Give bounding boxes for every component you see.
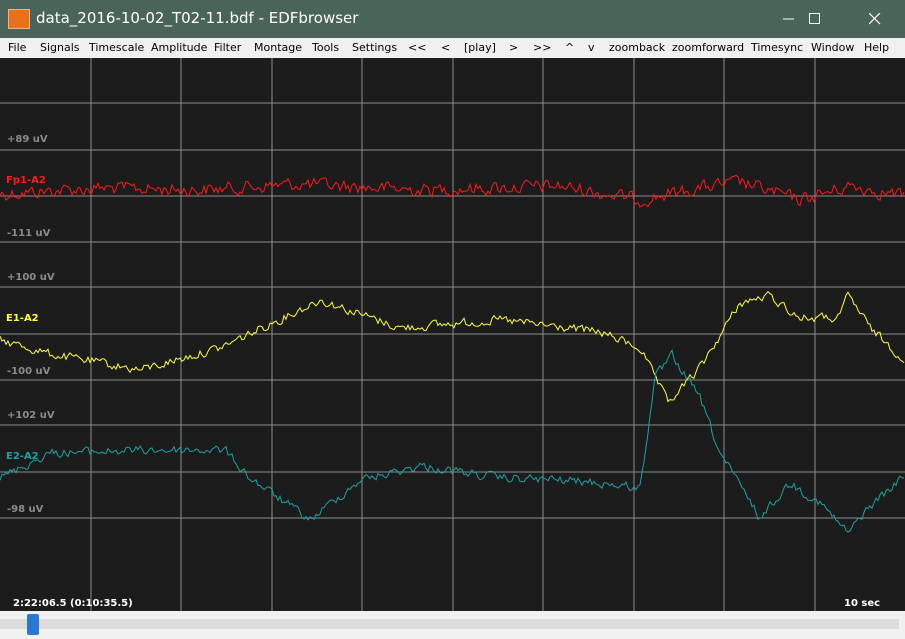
trace-fp1 (0, 174, 905, 208)
menu-item-9[interactable]: < (441, 41, 450, 54)
maximize-button[interactable] (792, 0, 838, 38)
scroll-track[interactable] (0, 619, 899, 629)
horizontal-scrollbar[interactable] (0, 611, 905, 639)
menu-item-12[interactable]: >> (533, 41, 551, 54)
menu-item-16[interactable]: zoomforward (672, 41, 744, 54)
signal-plot (0, 58, 905, 611)
window-title: data_2016-10-02_T02-11.bdf - EDFbrowser (36, 9, 359, 27)
menu-item-11[interactable]: > (509, 41, 518, 54)
scale-top-fp1: +89 uV (7, 134, 48, 145)
scale-bottom-e2: -98 uV (7, 504, 44, 515)
menu-item-17[interactable]: Timesync (751, 41, 803, 54)
signal-label-e1[interactable]: E1-A2 (6, 313, 39, 324)
menu-item-18[interactable]: Window (811, 41, 854, 54)
menu-item-0[interactable]: File (8, 41, 26, 54)
menu-item-19[interactable]: Help (864, 41, 889, 54)
signal-label-e2[interactable]: E2-A2 (6, 451, 39, 462)
edf-app-icon (8, 9, 30, 29)
close-icon (869, 13, 881, 25)
menu-item-1[interactable]: Signals (40, 41, 80, 54)
trace-e1 (0, 290, 905, 403)
scale-bottom-e1: -100 uV (7, 366, 51, 377)
menu-item-14[interactable]: v (588, 41, 595, 54)
menu-item-8[interactable]: << (408, 41, 426, 54)
close-button[interactable] (852, 0, 898, 38)
scroll-thumb[interactable] (27, 614, 39, 635)
menu-item-15[interactable]: zoomback (609, 41, 665, 54)
scale-top-e1: +100 uV (7, 272, 55, 283)
menu-item-13[interactable]: ^ (565, 41, 574, 54)
maximize-icon (809, 13, 820, 24)
title-bar: data_2016-10-02_T02-11.bdf - EDFbrowser (0, 0, 905, 38)
scale-top-e2: +102 uV (7, 410, 55, 421)
menu-item-10[interactable]: [play] (464, 41, 496, 54)
timescale-readout: 10 sec (844, 598, 881, 609)
menu-item-7[interactable]: Settings (352, 41, 397, 54)
menu-item-2[interactable]: Timescale (89, 41, 144, 54)
menu-item-6[interactable]: Tools (312, 41, 339, 54)
menu-item-5[interactable]: Montage (254, 41, 302, 54)
menu-item-3[interactable]: Amplitude (151, 41, 207, 54)
signal-label-fp1[interactable]: Fp1-A2 (6, 175, 46, 186)
time-position-readout: 2:22:06.5 (0:10:35.5) (13, 598, 133, 609)
signal-plot-area[interactable]: +89 uV Fp1-A2 -111 uV +100 uV E1-A2 -100… (0, 58, 905, 611)
menu-bar: File Signals Timescale Amplitude Filter Monta… (0, 38, 905, 58)
menu-item-4[interactable]: Filter (214, 41, 241, 54)
scale-bottom-fp1: -111 uV (7, 228, 51, 239)
trace-e2 (0, 349, 905, 533)
